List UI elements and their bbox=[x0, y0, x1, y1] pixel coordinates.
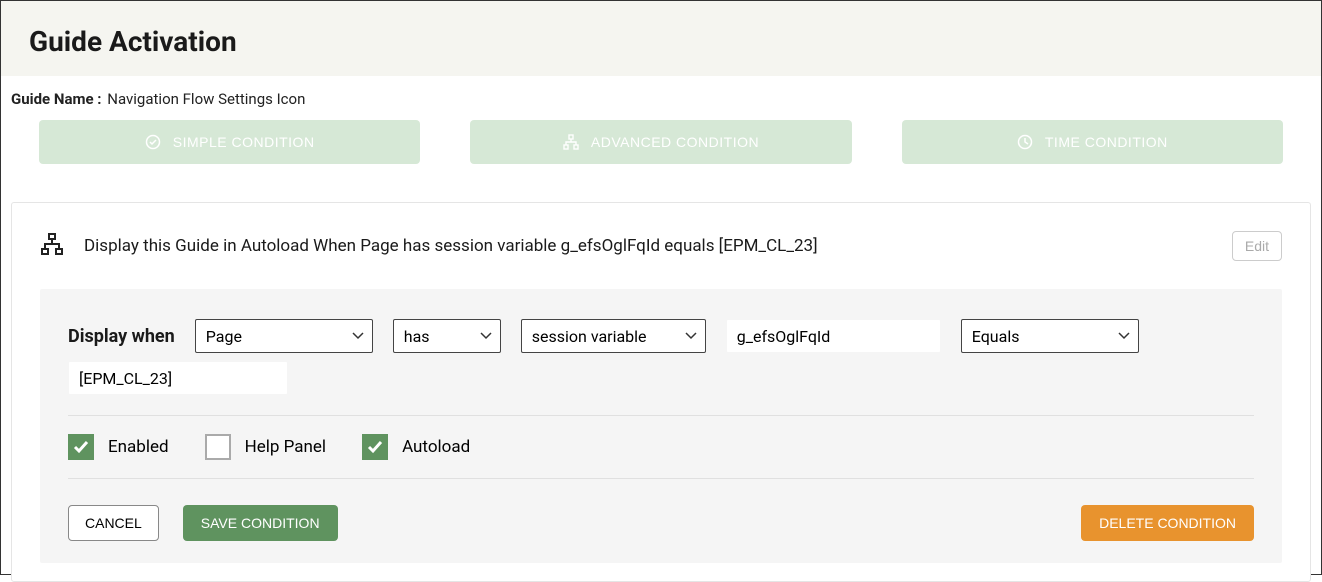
cancel-button[interactable]: CANCEL bbox=[68, 505, 159, 541]
value-row bbox=[68, 361, 1254, 395]
hierarchy-icon bbox=[563, 134, 579, 150]
edit-button[interactable]: Edit bbox=[1232, 231, 1282, 261]
condition-body: Display when Page has session variable E… bbox=[40, 289, 1282, 563]
condition-header: Display this Guide in Autoload When Page… bbox=[40, 231, 1282, 261]
checkbox-row: Enabled Help Panel Autoload bbox=[68, 434, 1254, 460]
condition-panel: Display this Guide in Autoload When Page… bbox=[11, 202, 1311, 582]
autoload-checkbox-item: Autoload bbox=[362, 434, 470, 460]
session-variable-select[interactable]: session variable bbox=[521, 319, 706, 353]
autoload-checkbox[interactable] bbox=[362, 434, 388, 460]
guide-name-row: Guide Name : Navigation Flow Settings Ic… bbox=[1, 76, 1321, 120]
help-panel-checkbox-item: Help Panel bbox=[205, 434, 326, 460]
tab-label: TIME CONDITION bbox=[1045, 134, 1168, 150]
button-row: CANCEL SAVE CONDITION DELETE CONDITION bbox=[68, 497, 1254, 541]
clock-icon bbox=[1017, 134, 1033, 150]
hierarchy-icon bbox=[40, 232, 64, 260]
help-panel-checkbox[interactable] bbox=[205, 434, 231, 460]
tab-label: ADVANCED CONDITION bbox=[591, 134, 759, 150]
condition-summary: Display this Guide in Autoload When Page… bbox=[84, 236, 1212, 256]
tab-advanced-condition[interactable]: ADVANCED CONDITION bbox=[470, 120, 851, 164]
save-condition-button[interactable]: SAVE CONDITION bbox=[183, 505, 338, 541]
tab-simple-condition[interactable]: SIMPLE CONDITION bbox=[39, 120, 420, 164]
check-circle-icon bbox=[145, 134, 161, 150]
tab-time-condition[interactable]: TIME CONDITION bbox=[902, 120, 1283, 164]
divider bbox=[68, 415, 1254, 416]
autoload-label: Autoload bbox=[402, 437, 470, 457]
page-select[interactable]: Page bbox=[195, 319, 373, 353]
enabled-checkbox-item: Enabled bbox=[68, 434, 169, 460]
condition-tabs: SIMPLE CONDITION ADVANCED CONDITION TIME… bbox=[1, 120, 1321, 188]
divider bbox=[68, 478, 1254, 479]
guide-name-label: Guide Name : bbox=[11, 90, 102, 108]
help-panel-label: Help Panel bbox=[245, 437, 326, 457]
page-title: Guide Activation bbox=[29, 25, 1293, 58]
delete-condition-button[interactable]: DELETE CONDITION bbox=[1081, 505, 1254, 541]
header-section: Guide Activation bbox=[1, 1, 1321, 76]
enabled-checkbox[interactable] bbox=[68, 434, 94, 460]
match-value-input[interactable] bbox=[68, 361, 288, 395]
has-select[interactable]: has bbox=[393, 319, 501, 353]
operator-select[interactable]: Equals bbox=[961, 319, 1139, 353]
display-when-label: Display when bbox=[68, 326, 175, 347]
variable-name-input[interactable] bbox=[726, 319, 941, 353]
enabled-label: Enabled bbox=[108, 437, 169, 457]
condition-form-row: Display when Page has session variable E… bbox=[68, 319, 1254, 353]
tab-label: SIMPLE CONDITION bbox=[173, 134, 315, 150]
guide-name-value: Navigation Flow Settings Icon bbox=[107, 90, 305, 108]
